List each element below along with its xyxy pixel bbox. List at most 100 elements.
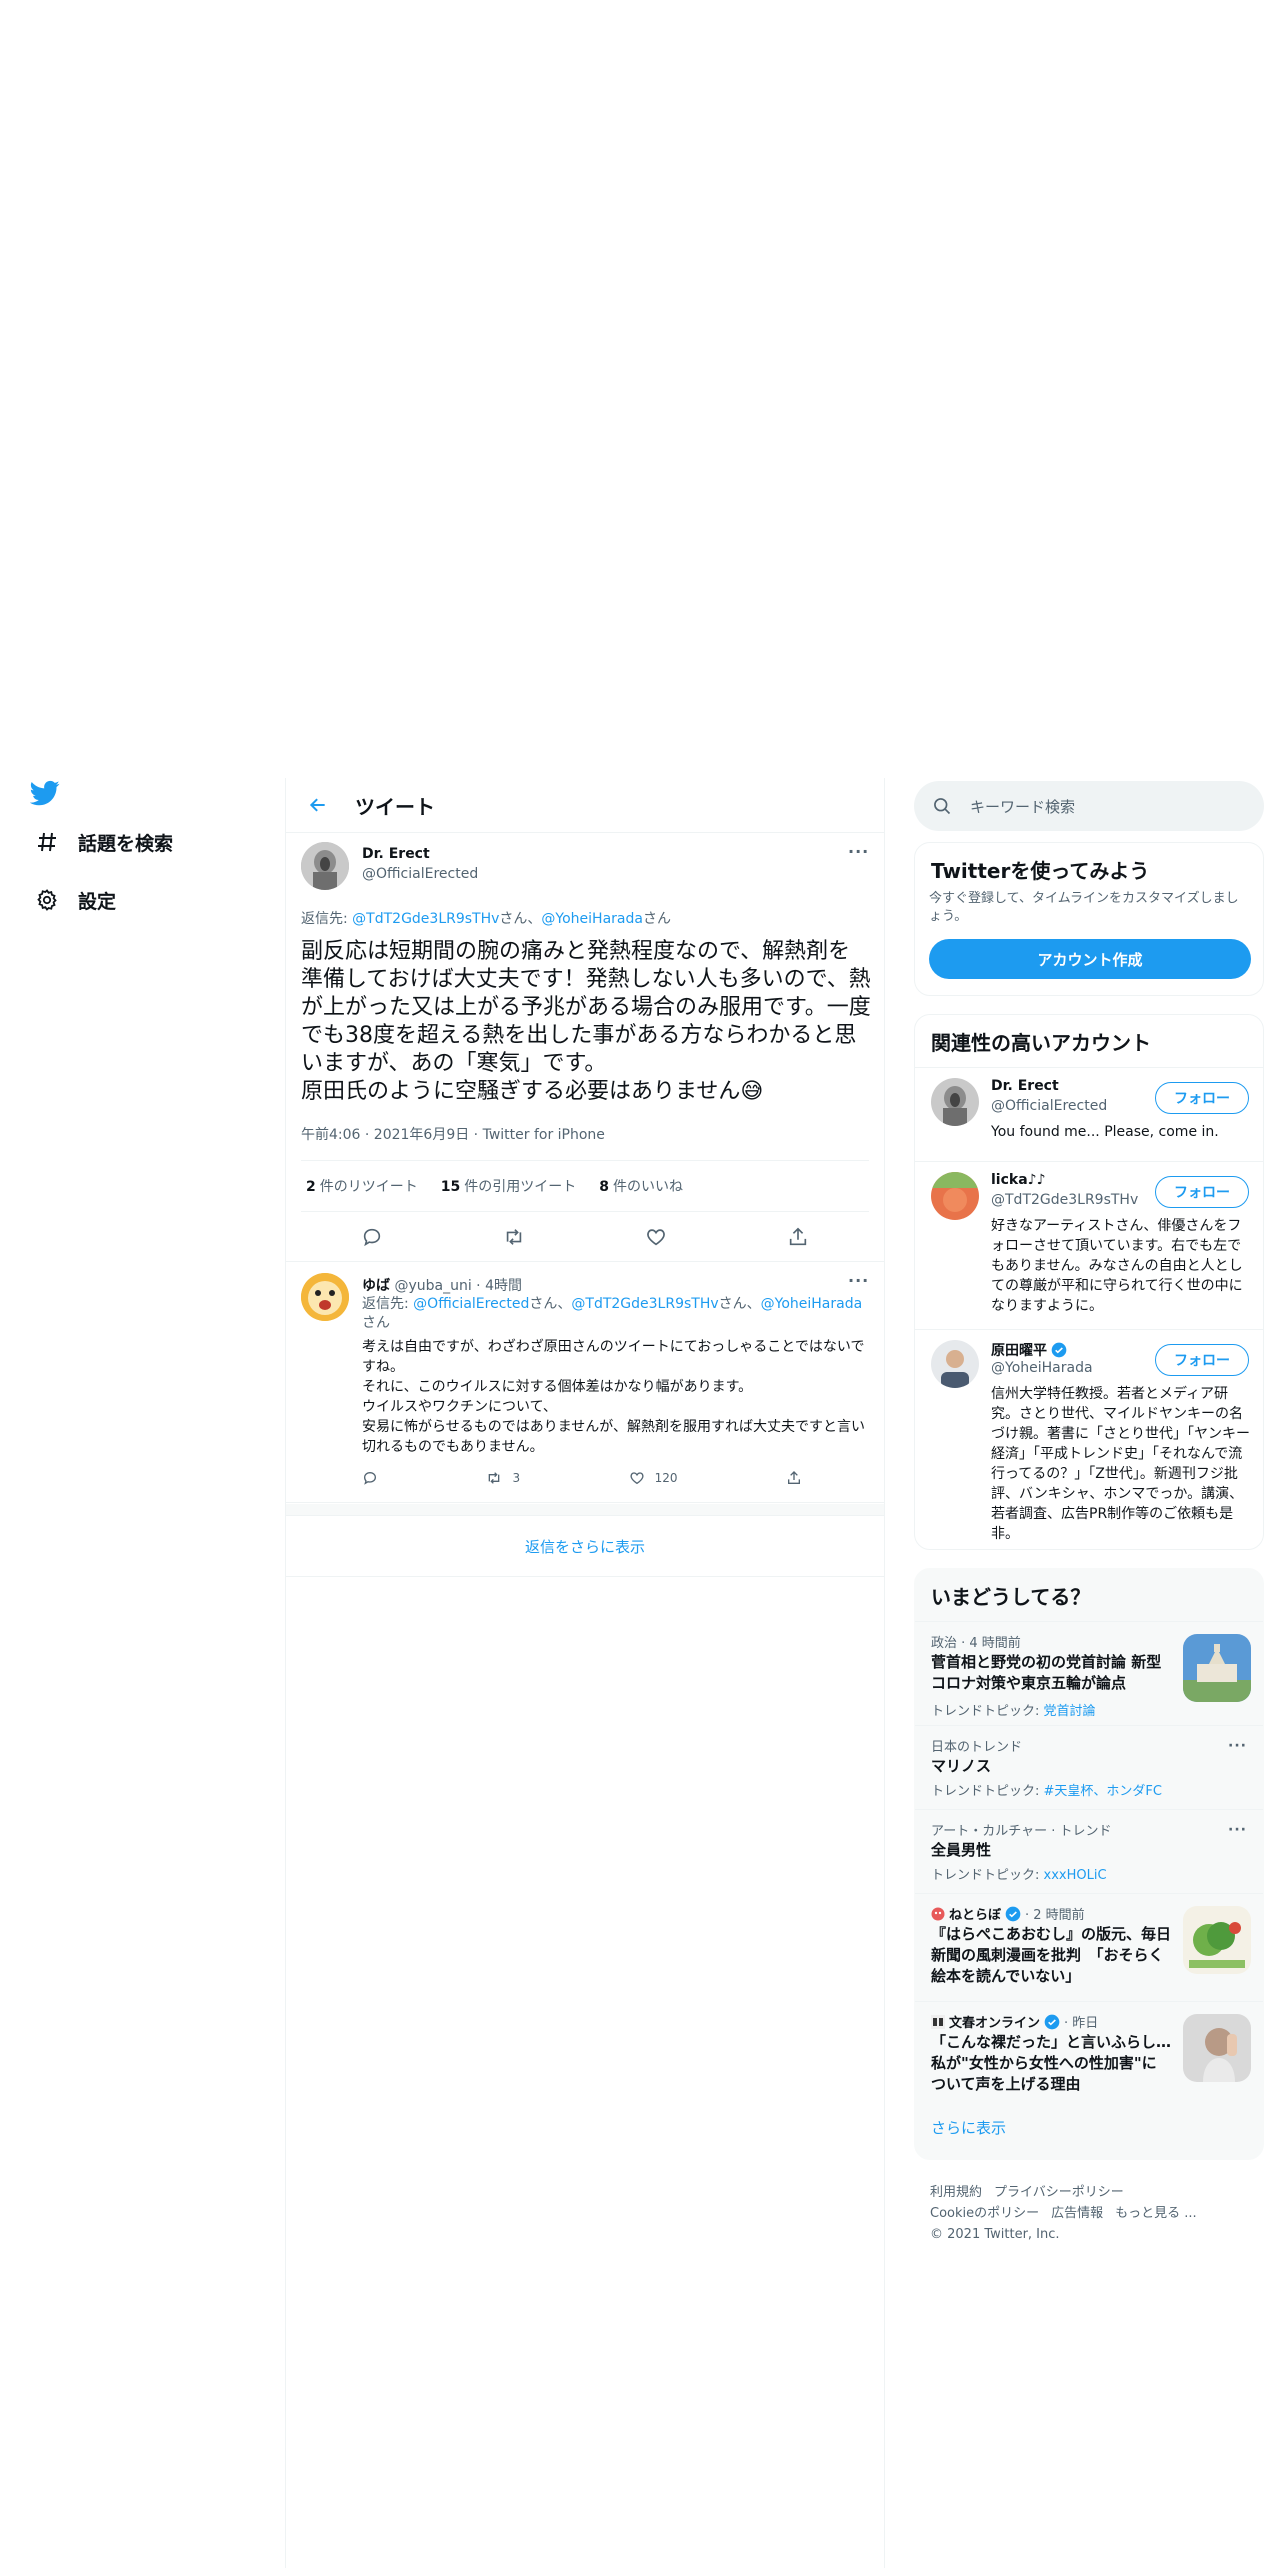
reply-prefix: 返信先:	[362, 1296, 414, 1312]
create-account-button[interactable]: アカウント作成	[929, 939, 1251, 979]
trend-link[interactable]: 党首討論	[1044, 1704, 1096, 1719]
tweet-actions	[301, 1214, 869, 1260]
search-icon	[932, 796, 952, 816]
trend-item[interactable]: アート・カルチャー · トレンド 全員男性 トレンドトピック: xxxHOLiC…	[915, 1809, 1263, 1893]
trend-item[interactable]: 日本のトレンド マリノス トレンドトピック: #天皇杯、ホンダFC ···	[915, 1725, 1263, 1809]
page: 話題を検索 設定 ツイート Dr. Erect @OfficialErected…	[0, 0, 1284, 2568]
author-name[interactable]: Dr. Erect	[362, 846, 430, 862]
account-name[interactable]: Dr. Erect	[991, 1078, 1059, 1094]
search-bar[interactable]: キーワード検索	[914, 781, 1264, 831]
mention-link[interactable]: @OfficialErected	[413, 1296, 529, 1312]
reply-text: 考えは自由ですが、わざわざ原田さんのツイートにておっしゃることではないですね。 …	[362, 1339, 866, 1455]
account-handle[interactable]: @YoheiHarada	[991, 1360, 1093, 1376]
like-icon[interactable]	[639, 1220, 673, 1254]
reply-actions: 3 120	[362, 1463, 802, 1493]
mention-link[interactable]: @TdT2Gde3LR9sTHv	[571, 1296, 718, 1312]
trend-link[interactable]: #天皇杯、ホンダFC	[1044, 1784, 1162, 1799]
more-icon[interactable]: ···	[848, 1271, 869, 1290]
mention-link[interactable]: @YoheiHarada	[761, 1296, 863, 1312]
trends-title: いまどうしてる？	[931, 1585, 1091, 1609]
footer-link-ads[interactable]: 広告情報	[1051, 2206, 1103, 2221]
footer-link-cookie[interactable]: Cookieのポリシー	[930, 2206, 1039, 2221]
footer-link-privacy[interactable]: プライバシーポリシー	[994, 2185, 1124, 2200]
avatar[interactable]	[301, 842, 349, 890]
author-handle[interactable]: @yuba_uni	[394, 1278, 471, 1294]
section-separator	[286, 1504, 884, 1516]
tweet-text: 副反応は短期間の腕の痛みと発熱程度なので、解熱剤を準備しておけば大丈夫です！発熱…	[301, 939, 871, 1104]
back-arrow-icon[interactable]	[301, 788, 335, 822]
account-name-text: 原田曜平	[991, 1343, 1047, 1359]
avatar[interactable]	[931, 1078, 979, 1126]
account-item[interactable]: 原田曜平 @YoheiHarada 信州大学特任教授。若者とメディア研究。さとり…	[915, 1329, 1263, 1549]
trend-link[interactable]: xxxHOLiC	[1044, 1868, 1107, 1883]
reply-button[interactable]	[362, 1470, 378, 1486]
likes-count: 8	[599, 1179, 609, 1195]
footer-link-terms[interactable]: 利用規約	[930, 2185, 982, 2200]
honorific: さん、	[718, 1296, 761, 1312]
tweet-timestamp[interactable]: 午前4:06 · 2021年6月9日 · Twitter for iPhone	[301, 1124, 605, 1144]
share-button[interactable]	[786, 1470, 802, 1486]
account-handle[interactable]: @TdT2Gde3LR9sTHv	[991, 1192, 1138, 1208]
account-bio: You found me... Please, come in.	[991, 1124, 1219, 1140]
follow-button[interactable]: フォロー	[1155, 1082, 1249, 1114]
follow-button[interactable]: フォロー	[1155, 1176, 1249, 1208]
signup-title: Twitterを使ってみよう	[931, 859, 1150, 883]
share-icon[interactable]	[781, 1220, 815, 1254]
news-time: · 昨日	[1064, 2016, 1099, 2031]
retweet-button[interactable]: 3	[486, 1470, 520, 1486]
avatar[interactable]	[301, 1273, 349, 1321]
account-name[interactable]: 原田曜平	[991, 1340, 1067, 1360]
author-name[interactable]: ゆば	[362, 1278, 390, 1294]
nav-explore[interactable]: 話題を検索	[30, 822, 173, 862]
reply-icon	[363, 1471, 377, 1485]
news-thumbnail	[1183, 1906, 1251, 1974]
twitter-logo-icon[interactable]	[29, 778, 64, 812]
more-icon[interactable]: ···	[1228, 1822, 1247, 1838]
avatar[interactable]	[931, 1172, 979, 1220]
mention-link[interactable]: @YoheiHarada	[541, 911, 643, 927]
trend-sub-prefix: トレンドトピック:	[931, 1704, 1044, 1719]
footer-link-more[interactable]: もっと見る ...	[1115, 2206, 1197, 2221]
reply-tweet[interactable]: ゆば @yuba_uni · 4時間 ··· 返信先: @OfficialEre…	[286, 1263, 884, 1503]
reply-icon[interactable]	[355, 1220, 389, 1254]
author-handle[interactable]: @OfficialErected	[362, 866, 478, 882]
quotes-stat[interactable]: 15 件の引用ツイート	[441, 1176, 576, 1196]
account-item[interactable]: Dr. Erect @OfficialErected You found me.…	[915, 1067, 1263, 1161]
news-time: · 2 時間前	[1025, 1908, 1085, 1923]
show-more-replies-button[interactable]: 返信をさらに表示	[286, 1517, 884, 1577]
account-name[interactable]: licka♪♪	[991, 1172, 1046, 1188]
more-icon[interactable]: ···	[1228, 1738, 1247, 1754]
retweet-count: 3	[512, 1471, 521, 1485]
like-button[interactable]: 120	[629, 1470, 678, 1486]
account-handle[interactable]: @OfficialErected	[991, 1098, 1107, 1114]
reply-time[interactable]: · 4時間	[472, 1278, 522, 1294]
honorific: さん、	[529, 1296, 572, 1312]
nav-settings[interactable]: 設定	[30, 880, 116, 920]
news-item[interactable]: ねとらぼ · 2 時間前 『はらぺこあおむし』の版元、毎日新聞の風刺漫画を批判 …	[915, 1893, 1263, 2001]
more-icon[interactable]: ···	[848, 842, 869, 861]
like-icon	[630, 1472, 644, 1485]
account-item[interactable]: licka♪♪ @TdT2Gde3LR9sTHv 好きなアーティストさん、俳優さ…	[915, 1161, 1263, 1329]
trend-item[interactable]: 政治 · 4 時間前 菅首相と野党の初の党首討論 新型コロナ対策や東京五輪が論点…	[915, 1621, 1263, 1725]
mention-link[interactable]: @TdT2Gde3LR9sTHv	[352, 911, 499, 927]
column-divider	[884, 778, 885, 2568]
retweets-stat[interactable]: 2 件のリツイート	[306, 1176, 418, 1196]
news-source: ねとらぼ · 2 時間前	[931, 1904, 1085, 1923]
reply-context: 返信先: @OfficialErectedさん、@TdT2Gde3LR9sTHv…	[362, 1295, 867, 1333]
quotes-label: 件の引用ツイート	[464, 1179, 577, 1195]
share-icon	[788, 1471, 800, 1484]
news-item[interactable]: 文春オンライン · 昨日 「こんな裸だった」と言いふらし…私が"女性から女性への…	[915, 2001, 1263, 2109]
source-logo-icon	[931, 1907, 945, 1920]
search-input[interactable]: キーワード検索	[970, 796, 1075, 817]
verified-badge-icon	[1005, 1906, 1021, 1921]
trends-show-more-link[interactable]: さらに表示	[931, 2117, 1006, 2138]
retweets-label: 件のリツイート	[319, 1179, 418, 1195]
likes-stat[interactable]: 8 件のいいね	[599, 1176, 683, 1196]
retweets-count: 2	[306, 1179, 316, 1195]
avatar[interactable]	[931, 1340, 979, 1388]
honorific: さん	[362, 1315, 390, 1331]
signup-card: Twitterを使ってみよう 今すぐ登録して、タイムラインをカスタマイズしましょ…	[914, 842, 1264, 996]
follow-button[interactable]: フォロー	[1155, 1344, 1249, 1376]
related-accounts-title: 関連性の高いアカウント	[931, 1031, 1151, 1055]
retweet-icon[interactable]	[497, 1220, 531, 1254]
